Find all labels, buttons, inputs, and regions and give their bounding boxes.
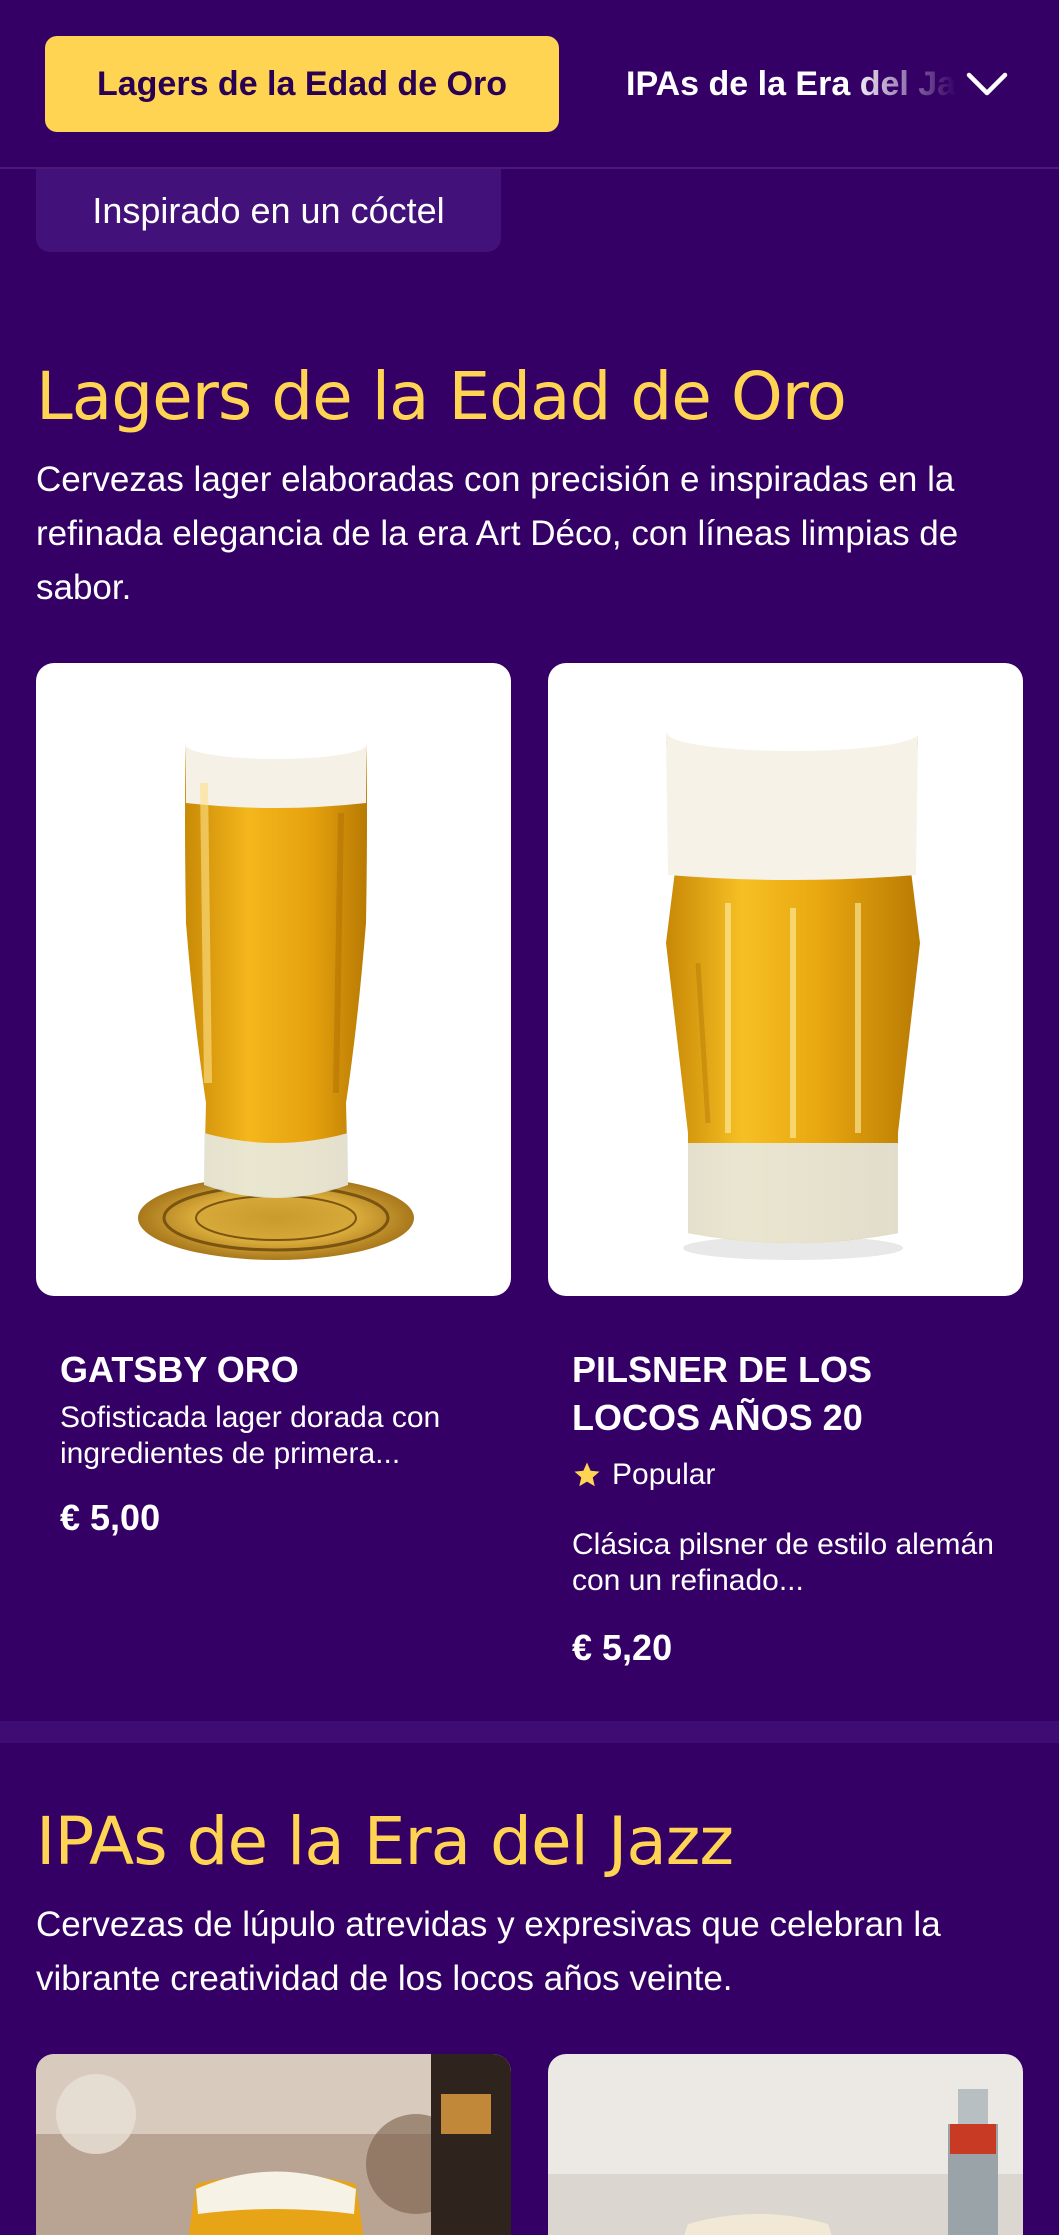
section-description-ipas: Cervezas de lúpulo atrevidas y expresiva… [36,1905,941,1998]
product-name[interactable]: Gatsby Oro [60,1346,490,1394]
tab-golden-age-lagers[interactable]: Lagers de la Edad de Oro [45,36,559,132]
popular-badge: Popular [572,1458,715,1492]
star-icon [574,1462,600,1487]
product-description: Sofisticada lager dorada con ingrediente… [60,1401,441,1470]
section-divider [0,1721,1059,1743]
tab-jazz-age-ipas[interactable]: IPAs de la Era del Jazz [626,36,956,132]
beer-glass-illustration [666,715,920,1260]
beer-photo [548,2054,1023,2235]
section-title-ipas: IPAs de la Era del Jazz [36,1803,734,1880]
section-description-lagers: Cervezas lager elaboradas con precisión … [36,460,959,607]
category-nav: Lagers de la Edad de Oro IPAs de la Era … [0,0,1059,169]
expand-categories-button[interactable] [955,56,1019,112]
product-image-ipa-1[interactable] [36,2054,511,2235]
badge-label: Popular [612,1458,716,1491]
section-title-lagers: Lagers de la Edad de Oro [36,358,847,435]
beer-photo [36,2054,511,2235]
product-image-ipa-2[interactable] [548,2054,1023,2235]
product-image-gatsby-oro[interactable] [36,663,511,1296]
product-price: € 5,00 [60,1497,161,1538]
chevron-down-icon [966,72,1008,96]
beer-glass-illustration [138,731,414,1260]
product-image-pilsner-locos-20[interactable] [548,663,1023,1296]
product-price: € 5,20 [572,1627,673,1668]
product-description: Clásica pilsner de estilo alemán con un … [572,1528,994,1597]
product-name[interactable]: Pilsner de los Locos Años 20 [572,1346,1002,1442]
